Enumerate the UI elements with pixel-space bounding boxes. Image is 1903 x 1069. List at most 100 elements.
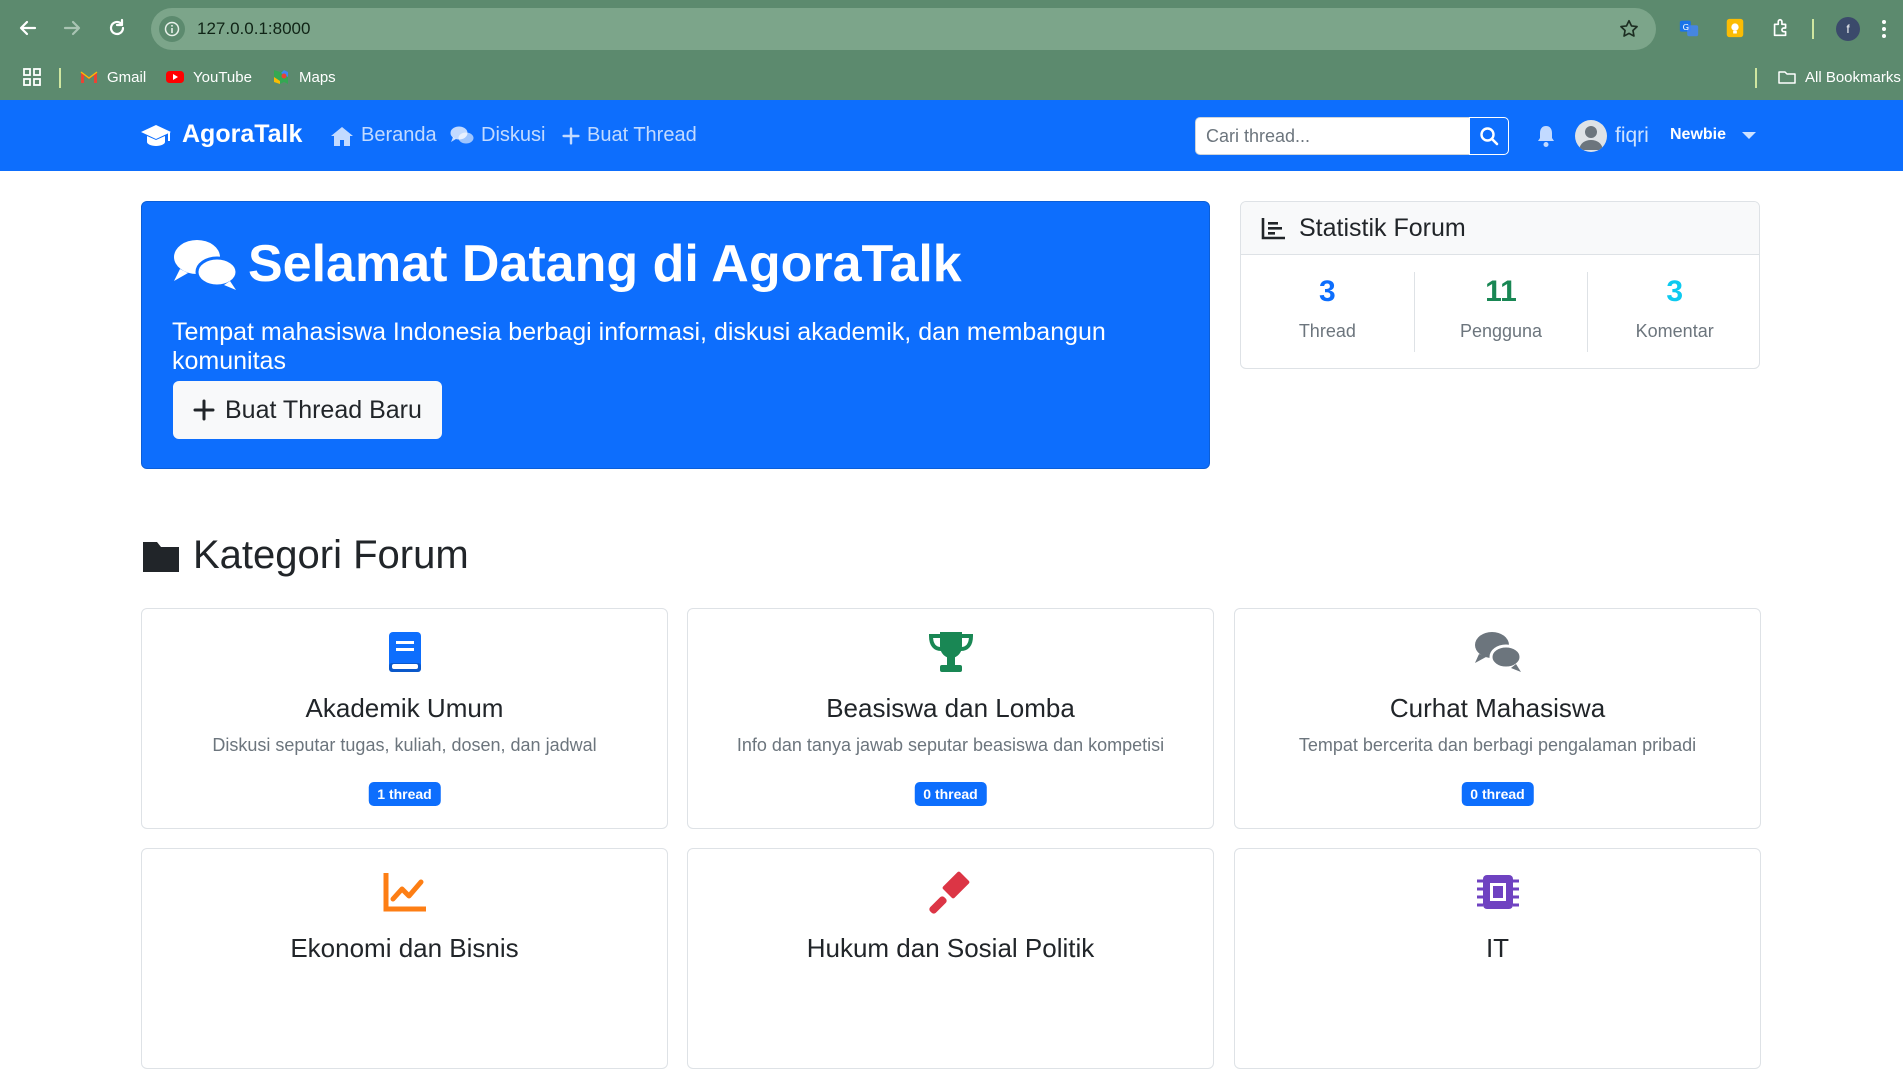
comments-icon <box>174 240 238 290</box>
comments-icon <box>1235 629 1760 677</box>
bookmarks-bar: Gmail YouTube Maps All Bookmarks <box>0 57 1903 100</box>
stats-title: Statistik Forum <box>1299 213 1466 242</box>
username: fiqri <box>1615 124 1649 147</box>
stat-pengguna: 11 Pengguna <box>1413 272 1588 352</box>
user-avatar <box>1575 120 1607 152</box>
bar-chart-icon <box>1261 218 1285 240</box>
category-description: Tempat bercerita dan berbagi pengalaman … <box>1298 735 1697 755</box>
category-card[interactable]: Akademik Umum Diskusi seputar tugas, kul… <box>141 608 668 829</box>
thread-count-badge: 0 thread <box>1461 782 1534 806</box>
create-thread-label: Buat Thread Baru <box>225 395 422 424</box>
stat-thread: 3 Thread <box>1241 272 1414 352</box>
chart-line-icon <box>142 869 667 917</box>
category-name: Akademik Umum <box>305 693 504 723</box>
stats-header: Statistik Forum <box>1241 202 1759 255</box>
folder-icon <box>143 541 179 572</box>
bookmarks-divider <box>59 68 61 88</box>
svg-text:G: G <box>1683 22 1689 32</box>
brand-link[interactable]: AgoraTalk <box>140 120 302 149</box>
plus-icon <box>562 126 580 145</box>
home-icon <box>331 126 353 146</box>
stat-value: 3 <box>1318 275 1336 308</box>
youtube-icon <box>166 71 184 83</box>
create-thread-button[interactable]: Buat Thread Baru <box>173 381 442 439</box>
microchip-icon <box>1235 869 1760 917</box>
back-icon[interactable] <box>14 14 42 42</box>
category-name: Beasiswa dan Lomba <box>826 693 1075 723</box>
address-url[interactable]: 127.0.0.1:8000 <box>197 19 310 39</box>
search-icon <box>1480 127 1499 146</box>
stat-label: Thread <box>1298 321 1356 341</box>
apps-grid-icon[interactable] <box>22 67 42 87</box>
browser-menu-icon[interactable] <box>1874 17 1894 41</box>
bookmarks-divider <box>1755 68 1757 88</box>
plus-icon <box>193 399 215 421</box>
graduation-cap-icon <box>141 124 171 146</box>
stat-komentar: 3 Komentar <box>1587 272 1759 352</box>
thread-count-badge: 1 thread <box>368 782 441 806</box>
nav-link-label: Beranda <box>361 124 437 146</box>
nav-link-label: Buat Thread <box>587 124 697 146</box>
nav-link-beranda[interactable]: Beranda <box>330 124 437 147</box>
section-title-text: Kategori Forum <box>193 533 469 577</box>
bookmark-label: YouTube <box>193 68 252 86</box>
maps-icon <box>274 70 288 84</box>
browser-toolbar: 127.0.0.1:8000 G f <box>0 0 1903 57</box>
bookmark-maps[interactable]: Maps <box>271 67 336 87</box>
category-name: Hukum dan Sosial Politik <box>806 933 1095 963</box>
nav-link-diskusi[interactable]: Diskusi <box>450 124 545 147</box>
nav-link-label: Diskusi <box>481 124 546 146</box>
search-button[interactable] <box>1469 117 1509 155</box>
profile-avatar[interactable]: f <box>1836 17 1860 41</box>
nav-link-buat-thread[interactable]: Buat Thread <box>562 124 697 147</box>
category-name: Ekonomi dan Bisnis <box>290 933 519 963</box>
search-form <box>1195 117 1509 155</box>
category-card[interactable]: Hukum dan Sosial Politik <box>687 848 1214 1069</box>
stats-columns: 3 Thread 11 Pengguna 3 Komentar <box>1241 272 1759 352</box>
category-name: IT <box>1485 933 1510 963</box>
stat-value: 11 <box>1485 275 1517 308</box>
address-bar[interactable]: 127.0.0.1:8000 <box>151 8 1656 50</box>
bookmark-label: Gmail <box>107 68 147 86</box>
category-card[interactable]: IT <box>1234 848 1761 1069</box>
bookmark-gmail[interactable]: Gmail <box>79 67 146 87</box>
bookmark-star-icon[interactable] <box>1618 18 1640 40</box>
comments-icon <box>450 126 474 143</box>
toolbar-divider <box>1812 19 1814 39</box>
category-description: Info dan tanya jawab seputar beasiswa da… <box>736 735 1165 755</box>
hero-title: Selamat Datang di AgoraTalk <box>172 234 962 294</box>
gmail-icon <box>80 71 98 83</box>
hero-subtitle: Tempat mahasiswa Indonesia berbagi infor… <box>172 318 1106 375</box>
user-rank: Newbie <box>1670 126 1727 143</box>
hero-title-text: Selamat Datang di AgoraTalk <box>248 235 962 293</box>
extensions-puzzle-icon[interactable] <box>1769 16 1793 40</box>
all-bookmarks-label: All Bookmarks <box>1805 68 1901 86</box>
keep-extension-icon[interactable] <box>1723 16 1747 40</box>
section-title: Kategori Forum <box>141 533 469 578</box>
browser-chrome: 127.0.0.1:8000 G f Gmail YouTube Maps Al… <box>0 0 1903 100</box>
stat-label: Komentar <box>1635 321 1714 341</box>
category-card[interactable]: Ekonomi dan Bisnis <box>141 848 668 1069</box>
notification-bell-icon[interactable] <box>1535 124 1557 148</box>
book-icon <box>142 629 667 677</box>
stat-value: 3 <box>1666 275 1684 308</box>
category-card[interactable]: Beasiswa dan Lomba Info dan tanya jawab … <box>687 608 1214 829</box>
site-info-icon[interactable] <box>159 16 185 42</box>
forum-stats-card: Statistik Forum 3 Thread 11 Pengguna 3 K… <box>1240 201 1760 369</box>
brand-name: AgoraTalk <box>182 120 303 148</box>
site-navbar: AgoraTalk Beranda Diskusi Buat Thread fi… <box>0 100 1903 171</box>
bookmark-youtube[interactable]: YouTube <box>165 67 252 87</box>
user-rank-dropdown[interactable]: Newbie <box>1670 126 1757 144</box>
category-name: Curhat Mahasiswa <box>1389 693 1606 723</box>
all-bookmarks-folder[interactable]: All Bookmarks <box>1777 67 1901 87</box>
user-menu[interactable]: fiqri <box>1575 120 1649 152</box>
forward-icon[interactable] <box>58 14 86 42</box>
search-input[interactable] <box>1195 117 1469 155</box>
translate-extension-icon[interactable]: G <box>1677 16 1701 40</box>
category-card[interactable]: Curhat Mahasiswa Tempat bercerita dan be… <box>1234 608 1761 829</box>
chevron-down-icon <box>1742 131 1757 139</box>
reload-icon[interactable] <box>103 14 131 42</box>
gavel-icon <box>688 869 1213 917</box>
folder-icon <box>1778 71 1796 84</box>
bookmark-label: Maps <box>299 68 336 86</box>
